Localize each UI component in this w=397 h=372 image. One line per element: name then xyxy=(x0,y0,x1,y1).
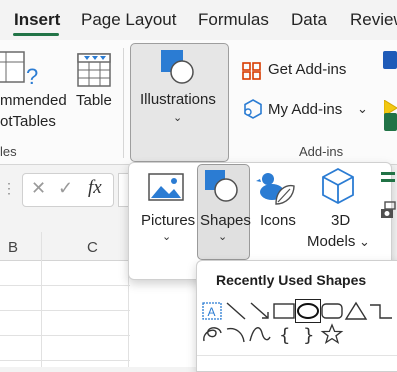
table-button-label[interactable]: Table xyxy=(76,92,112,109)
gallery-divider xyxy=(197,355,397,356)
column-header-c[interactable]: C xyxy=(87,239,98,256)
svg-text:?: ? xyxy=(26,64,38,89)
get-addins-button[interactable]: Get Add-ins xyxy=(268,61,346,78)
grid-line xyxy=(0,335,130,336)
rectangle-shape-icon[interactable] xyxy=(272,300,296,322)
tab-review[interactable]: Review xyxy=(350,10,397,30)
recently-used-shapes-heading: Recently Used Shapes xyxy=(216,272,367,288)
tab-formulas[interactable]: Formulas xyxy=(198,10,269,30)
line-shape-icon[interactable] xyxy=(224,300,248,322)
table-icon[interactable] xyxy=(76,52,112,88)
icons-label[interactable]: Icons xyxy=(260,212,296,229)
smartart-icon[interactable] xyxy=(379,168,397,186)
visio-icon[interactable] xyxy=(383,51,397,69)
freeform-shape-icon[interactable] xyxy=(200,323,224,345)
pictures-icon[interactable] xyxy=(147,172,185,204)
grid-line xyxy=(0,360,130,361)
chevron-down-icon: ⌄ xyxy=(162,231,172,243)
rounded-rectangle-shape-icon[interactable] xyxy=(320,300,344,322)
arc-shape-icon[interactable] xyxy=(224,323,248,345)
arrow-shape-icon[interactable] xyxy=(248,300,272,322)
curve-shape-icon[interactable] xyxy=(248,323,272,345)
group-divider xyxy=(123,48,124,158)
svg-text:A: A xyxy=(208,305,216,319)
my-addins-icon xyxy=(242,98,264,120)
chevron-down-icon: ⌄ xyxy=(218,231,228,243)
left-brace-shape-icon[interactable]: { xyxy=(272,323,296,346)
elbow-connector-shape-icon[interactable] xyxy=(368,300,392,322)
shapes-label: Shapes xyxy=(200,212,251,229)
more-dots-icon: ⋮ xyxy=(2,180,16,196)
star-shape-icon[interactable] xyxy=(320,323,344,345)
recommended-pivottables-label-2: otTables xyxy=(0,113,56,130)
pictures-label[interactable]: Pictures xyxy=(141,212,195,229)
3d-models-icon[interactable] xyxy=(320,167,356,205)
recommended-pivottables-icon[interactable]: ? xyxy=(0,50,40,94)
chevron-down-icon[interactable]: ⌄ xyxy=(357,101,368,117)
triangle-shape-icon[interactable] xyxy=(344,300,368,322)
grid-line xyxy=(0,285,130,286)
shapes-icon xyxy=(203,168,241,206)
right-brace-shape-icon[interactable]: } xyxy=(296,323,320,346)
text-box-shape-icon[interactable]: A xyxy=(200,300,224,322)
column-header-b[interactable]: B xyxy=(8,239,18,256)
svg-text:}: } xyxy=(303,325,314,345)
my-addins-button[interactable]: My Add-ins xyxy=(268,101,342,118)
grid-line xyxy=(0,310,130,311)
icons-icon[interactable] xyxy=(256,168,296,208)
3d-models-label-2[interactable]: Models xyxy=(307,233,355,250)
recommended-pivottables-label-1: mmended xyxy=(0,92,67,109)
3d-models-label-1[interactable]: 3D xyxy=(331,212,350,229)
tab-insert[interactable]: Insert xyxy=(14,10,60,30)
active-tab-indicator xyxy=(13,33,59,36)
fx-icon[interactable]: fx xyxy=(88,177,102,199)
enter-icon[interactable]: ✓ xyxy=(58,178,73,199)
excel-app-icon[interactable] xyxy=(384,113,397,131)
illustrations-icon xyxy=(158,48,198,88)
tab-page-layout[interactable]: Page Layout xyxy=(81,10,176,30)
ribbon-tab-bar: Insert Page Layout Formulas Data Review xyxy=(0,0,397,40)
svg-text:{: { xyxy=(279,325,290,345)
addins-group-label: Add-ins xyxy=(299,144,344,159)
screenshot-icon[interactable] xyxy=(379,200,397,220)
cancel-icon[interactable]: ✕ xyxy=(31,178,46,199)
chevron-down-icon: ⌄ xyxy=(359,234,370,249)
tables-group-label: les xyxy=(0,144,17,159)
store-icon xyxy=(241,59,263,81)
chevron-down-icon: ⌄ xyxy=(173,112,183,124)
grid-line xyxy=(41,232,42,367)
tab-data[interactable]: Data xyxy=(291,10,327,30)
oval-shape-icon[interactable] xyxy=(295,299,321,323)
illustrations-label: Illustrations xyxy=(140,91,216,108)
